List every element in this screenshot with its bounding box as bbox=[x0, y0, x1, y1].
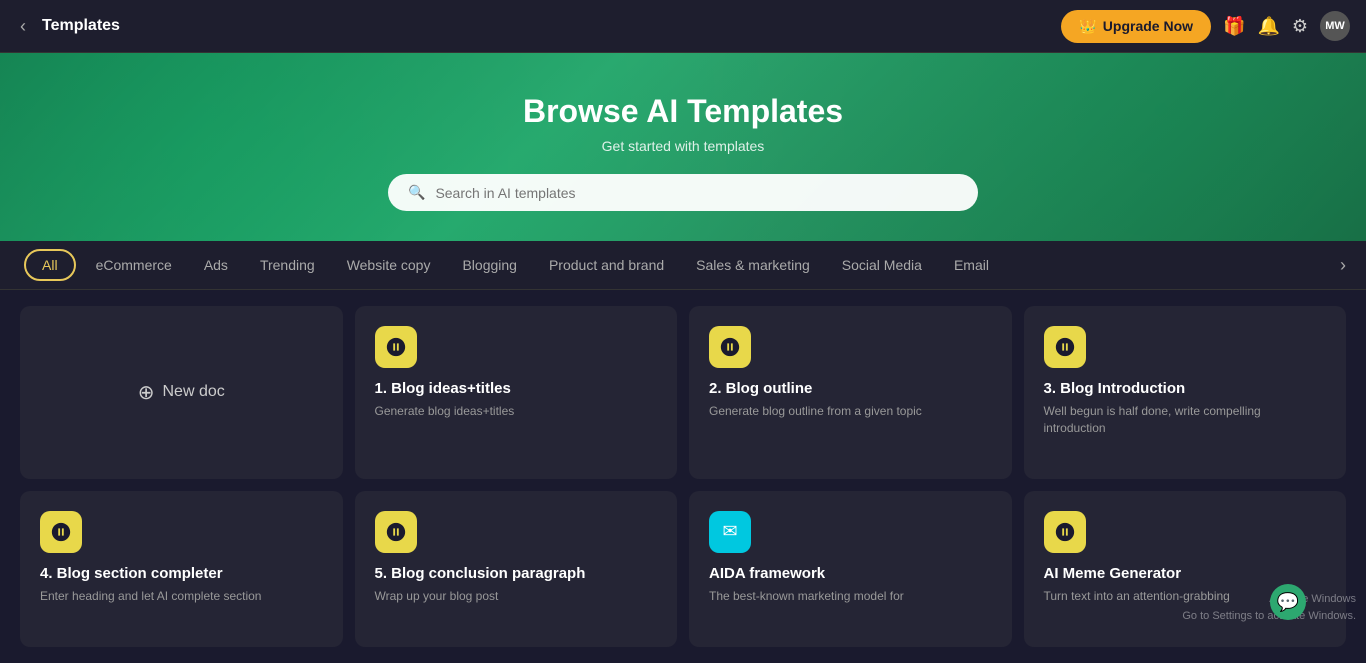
crown-icon: 👑 bbox=[1079, 18, 1096, 35]
card-title-blog-outline: 2. Blog outline bbox=[709, 380, 992, 397]
new-doc-card[interactable]: ⊕ New doc bbox=[20, 306, 343, 479]
card-blog-outline[interactable]: 2. Blog outline Generate blog outline fr… bbox=[689, 306, 1012, 479]
card-title-ai-meme: AI Meme Generator bbox=[1044, 565, 1327, 582]
new-doc-label: New doc bbox=[163, 383, 225, 401]
card-title-blog-ideas: 1. Blog ideas+titles bbox=[375, 380, 658, 397]
tab-social-media[interactable]: Social Media bbox=[826, 241, 938, 289]
header-right: 👑 Upgrade Now 🎁 🔔 ⚙ MW bbox=[1061, 10, 1350, 43]
avatar[interactable]: MW bbox=[1320, 11, 1350, 41]
card-blog-ideas-titles[interactable]: 1. Blog ideas+titles Generate blog ideas… bbox=[355, 306, 678, 479]
card-icon-aida: ✉ bbox=[709, 511, 751, 553]
card-ai-meme[interactable]: AI Meme Generator Turn text into an atte… bbox=[1024, 491, 1347, 647]
card-icon-blog-section bbox=[40, 511, 82, 553]
chat-bubble-button[interactable]: 💬 bbox=[1270, 584, 1306, 620]
card-icon-blog-ideas bbox=[375, 326, 417, 368]
card-aida-framework[interactable]: ✉ AIDA framework The best-known marketin… bbox=[689, 491, 1012, 647]
card-blog-section[interactable]: 4. Blog section completer Enter heading … bbox=[20, 491, 343, 647]
filter-tabs: All eCommerce Ads Trending Website copy … bbox=[0, 241, 1366, 290]
tab-ads[interactable]: Ads bbox=[188, 241, 244, 289]
card-desc-blog-intro: Well begun is half done, write compellin… bbox=[1044, 403, 1327, 437]
search-icon: 🔍 bbox=[408, 184, 425, 201]
card-desc-aida: The best-known marketing model for bbox=[709, 588, 992, 605]
card-icon-blog-intro bbox=[1044, 326, 1086, 368]
card-icon-ai-meme bbox=[1044, 511, 1086, 553]
card-desc-blog-ideas: Generate blog ideas+titles bbox=[375, 403, 658, 420]
header-left: ‹ Templates bbox=[16, 12, 120, 41]
bell-icon[interactable]: 🔔 bbox=[1257, 16, 1279, 37]
card-blog-introduction[interactable]: 3. Blog Introduction Well begun is half … bbox=[1024, 306, 1347, 479]
upgrade-button[interactable]: 👑 Upgrade Now bbox=[1061, 10, 1211, 43]
hero-banner: Browse AI Templates Get started with tem… bbox=[0, 53, 1366, 241]
hero-title: Browse AI Templates bbox=[20, 93, 1346, 130]
back-icon: ‹ bbox=[20, 16, 26, 36]
card-title-blog-section: 4. Blog section completer bbox=[40, 565, 323, 582]
card-icon-blog-outline bbox=[709, 326, 751, 368]
new-doc-plus-icon: ⊕ bbox=[138, 380, 155, 405]
card-desc-blog-section: Enter heading and let AI complete sectio… bbox=[40, 588, 323, 605]
tab-trending[interactable]: Trending bbox=[244, 241, 331, 289]
tab-product-brand[interactable]: Product and brand bbox=[533, 241, 680, 289]
search-bar: 🔍 bbox=[388, 174, 978, 211]
card-icon-blog-conclusion bbox=[375, 511, 417, 553]
app-header: ‹ Templates 👑 Upgrade Now 🎁 🔔 ⚙ MW bbox=[0, 0, 1366, 53]
hero-subtitle: Get started with templates bbox=[20, 138, 1346, 154]
tab-ecommerce[interactable]: eCommerce bbox=[80, 241, 188, 289]
tab-blogging[interactable]: Blogging bbox=[446, 241, 533, 289]
card-title-blog-intro: 3. Blog Introduction bbox=[1044, 380, 1327, 397]
chat-icon: 💬 bbox=[1277, 592, 1299, 613]
search-input[interactable] bbox=[435, 185, 958, 201]
card-desc-blog-outline: Generate blog outline from a given topic bbox=[709, 403, 992, 420]
tab-email[interactable]: Email bbox=[938, 241, 1005, 289]
settings-icon[interactable]: ⚙ bbox=[1292, 16, 1308, 37]
card-title-blog-conclusion: 5. Blog conclusion paragraph bbox=[375, 565, 658, 582]
tab-all[interactable]: All bbox=[24, 249, 76, 281]
cards-grid: ⊕ New doc 1. Blog ideas+titles Generate … bbox=[0, 290, 1366, 663]
tabs-next-button[interactable]: › bbox=[1340, 255, 1346, 276]
card-title-aida: AIDA framework bbox=[709, 565, 992, 582]
gift-icon[interactable]: 🎁 bbox=[1223, 16, 1245, 37]
tab-website-copy[interactable]: Website copy bbox=[331, 241, 447, 289]
back-button[interactable]: ‹ bbox=[16, 12, 30, 41]
page-title: Templates bbox=[42, 17, 120, 35]
card-desc-blog-conclusion: Wrap up your blog post bbox=[375, 588, 658, 605]
card-blog-conclusion[interactable]: 5. Blog conclusion paragraph Wrap up you… bbox=[355, 491, 678, 647]
tab-sales-marketing[interactable]: Sales & marketing bbox=[680, 241, 826, 289]
